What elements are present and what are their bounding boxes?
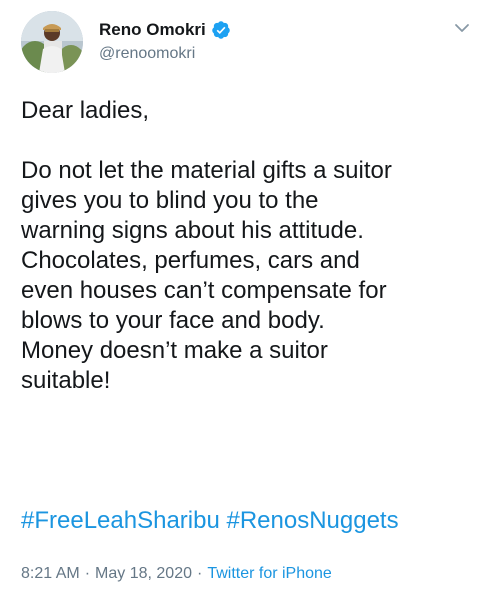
name-row: Reno Omokri <box>99 18 231 42</box>
separator-dot: · <box>84 565 91 582</box>
author-handle[interactable]: @renoomokri <box>99 43 231 65</box>
hashtag-link[interactable]: #RenosNuggets <box>226 507 398 534</box>
avatar[interactable] <box>21 11 83 73</box>
tweet-time[interactable]: 8:21 AM <box>21 565 80 582</box>
tweet-header: Reno Omokri @renoomokri <box>21 11 473 73</box>
verified-badge-icon <box>211 20 231 40</box>
tweet-date[interactable]: May 18, 2020 <box>95 565 192 582</box>
tweet-metadata: 8:21 AM · May 18, 2020 · Twitter for iPhone <box>21 563 332 585</box>
author-display-name[interactable]: Reno Omokri <box>99 18 206 42</box>
author-names: Reno Omokri @renoomokri <box>99 18 231 65</box>
tweet-card: Reno Omokri @renoomokri Dear ladies, Do … <box>0 0 490 591</box>
tweet-text: Dear ladies, Do not let the material gif… <box>21 97 392 394</box>
tweet-hashtags: #FreeLeahSharibu #RenosNuggets <box>21 506 473 536</box>
tweet-source-link[interactable]: Twitter for iPhone <box>207 565 332 582</box>
hashtag-link[interactable]: #FreeLeahSharibu <box>21 507 220 534</box>
chevron-down-icon[interactable] <box>451 17 473 39</box>
avatar-image <box>21 11 83 73</box>
separator-dot: · <box>196 565 203 582</box>
